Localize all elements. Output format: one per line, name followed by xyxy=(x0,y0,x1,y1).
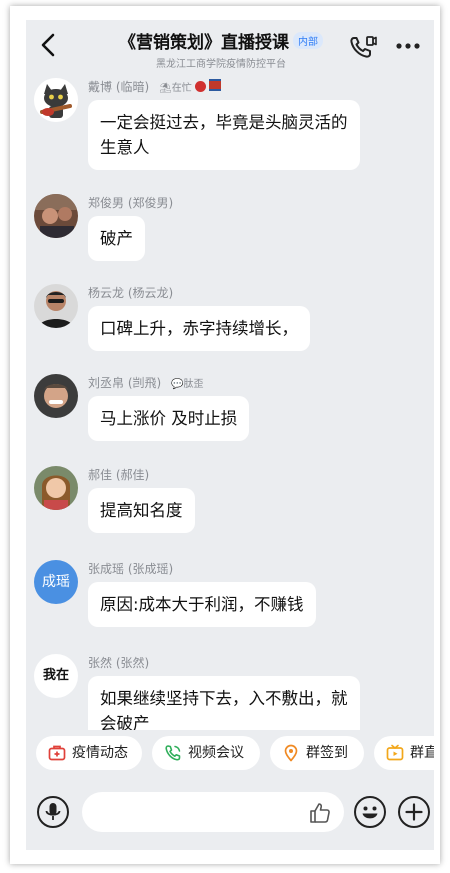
location-pin-icon xyxy=(284,744,298,762)
quick-action-label: 视频会议 xyxy=(188,745,244,761)
avatar[interactable] xyxy=(34,194,78,238)
header-title-area[interactable]: 《营销策划》直播授课 内部 黑龙江工商学院疫情防控平台 xyxy=(86,28,356,70)
avatar[interactable] xyxy=(34,78,78,122)
avatar[interactable]: 我在 xyxy=(34,654,78,698)
message-bubble[interactable]: 破产 xyxy=(88,216,145,261)
more-options-icon[interactable] xyxy=(394,36,422,56)
back-arrow-icon[interactable] xyxy=(36,32,62,58)
group-call-icon[interactable] xyxy=(348,34,378,60)
sender-name: 张成瑶 (张成瑶) xyxy=(88,562,174,576)
avatar[interactable] xyxy=(34,284,78,328)
sender-name: 郑俊男 (郑俊男) xyxy=(88,196,174,210)
message-bubble[interactable]: 原因:成本大于利润，不赚钱 xyxy=(88,582,316,627)
tv-icon xyxy=(386,744,404,761)
message-bubble[interactable]: 提高知名度 xyxy=(88,488,195,533)
sender-name: 刘丞帛 (剀飛) 💬肽歪 xyxy=(88,374,203,391)
user-photo-icon xyxy=(34,466,78,510)
voice-input-icon[interactable] xyxy=(36,795,70,829)
thumbs-up-icon[interactable] xyxy=(308,801,332,825)
medical-kit-icon xyxy=(48,745,66,761)
flag-icon xyxy=(209,79,222,91)
add-more-icon[interactable] xyxy=(397,795,431,829)
quick-action-label: 群直播 xyxy=(410,745,434,761)
sender-name-text: 戴博 (临暗) xyxy=(88,80,150,94)
phone-frame: 《营销策划》直播授课 内部 黑龙江工商学院疫情防控平台 戴博 (临暗) ⛱在忙 … xyxy=(10,6,440,864)
quick-action-live[interactable]: 群直播 xyxy=(374,736,434,770)
cat-guitar-avatar-icon xyxy=(34,78,78,122)
sender-status: ⛱在忙 xyxy=(159,79,222,94)
quick-action-epidemic[interactable]: 疫情动态 xyxy=(36,736,142,770)
message-bubble[interactable]: 口碑上升，赤字持续增长， xyxy=(88,306,310,351)
status-icon: ⛱ xyxy=(159,83,172,94)
quick-action-video-meeting[interactable]: 视频会议 xyxy=(152,736,260,770)
status-text: 在忙 xyxy=(171,83,192,94)
emoji-icon[interactable] xyxy=(353,795,387,829)
chat-title: 《营销策划》直播授课 内部 xyxy=(86,28,356,53)
message-input[interactable] xyxy=(82,792,344,832)
message-bubble[interactable]: 如果继续坚持下去，入不敷出，就会破产 xyxy=(88,676,360,730)
quick-action-label: 疫情动态 xyxy=(72,745,128,761)
quick-action-label: 群签到 xyxy=(306,745,348,761)
sender-status: 💬肽歪 xyxy=(171,379,203,390)
chat-title-text: 《营销策划》直播授课 xyxy=(119,33,289,53)
avatar[interactable] xyxy=(34,374,78,418)
sender-name: 杨云龙 (杨云龙) xyxy=(88,286,174,300)
user-photo-icon xyxy=(34,284,78,328)
chat-header: 《营销策划》直播授课 内部 黑龙江工商学院疫情防控平台 xyxy=(26,20,434,76)
message-list[interactable]: 戴博 (临暗) ⛱在忙 一定会挺过去，毕竟是头脑灵活的生意人 郑俊男 (郑俊男)… xyxy=(26,76,434,730)
quick-actions-bar[interactable]: 疫情动态 视频会议 群签到 群直播 xyxy=(26,730,434,780)
chat-bubble-icon: 💬 xyxy=(171,379,184,390)
user-photo-icon xyxy=(34,374,78,418)
user-photo-icon xyxy=(34,194,78,238)
age-badge-icon xyxy=(194,81,206,92)
avatar[interactable] xyxy=(34,466,78,510)
sender-name: 郝佳 (郝佳) xyxy=(88,468,150,482)
avatar[interactable]: 成瑶 xyxy=(34,560,78,604)
input-bar xyxy=(26,780,434,850)
status-text: 肽歪 xyxy=(183,379,204,390)
quick-action-check-in[interactable]: 群签到 xyxy=(270,736,364,770)
message-bubble[interactable]: 马上涨价 及时止损 xyxy=(88,396,250,441)
phone-call-icon xyxy=(165,745,181,761)
sender-name: 张然 (张然) xyxy=(88,656,150,670)
chat-screen: 《营销策划》直播授课 内部 黑龙江工商学院疫情防控平台 戴博 (临暗) ⛱在忙 … xyxy=(26,20,434,850)
message-bubble[interactable]: 一定会挺过去，毕竟是头脑灵活的生意人 xyxy=(88,100,360,170)
internal-badge: 内部 xyxy=(293,32,323,49)
sender-name: 戴博 (临暗) ⛱在忙 xyxy=(88,78,222,95)
chat-subtitle: 黑龙江工商学院疫情防控平台 xyxy=(156,59,286,70)
sender-name-text: 刘丞帛 (剀飛) xyxy=(88,376,162,390)
